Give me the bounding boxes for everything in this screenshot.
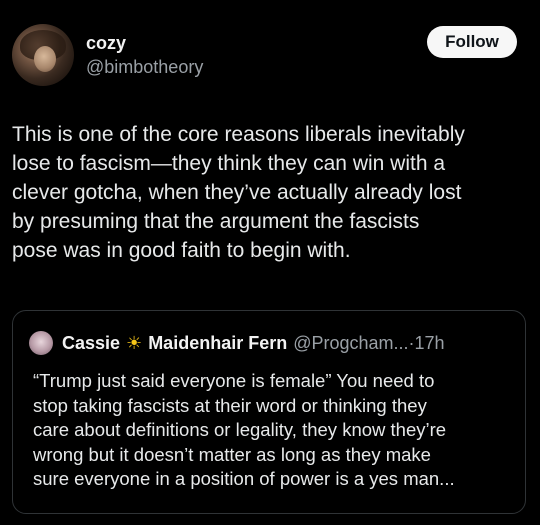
quoted-author-name[interactable]: Cassie	[62, 333, 120, 354]
quoted-line: sure everyone in a position of power is …	[33, 468, 455, 489]
quoted-author-avatar[interactable]	[29, 331, 53, 355]
tweet-line: by presuming that the argument the fasci…	[12, 210, 420, 233]
quoted-tweet-header: Cassie ☀ Maidenhair Fern @Progcham... · …	[62, 331, 445, 355]
tweet-line: clever gotcha, when they’ve actually alr…	[12, 181, 462, 204]
avatar-face-shape	[34, 46, 56, 72]
tweet-line: pose was in good faith to begin with.	[12, 239, 351, 262]
sun-emoji-icon: ☀	[126, 332, 143, 353]
tweet-line: This is one of the core reasons liberals…	[12, 123, 465, 146]
author-handle[interactable]: @bimbotheory	[86, 57, 203, 78]
tweet-text: This is one of the core reasons liberals…	[12, 120, 532, 265]
quoted-tweet-text: “Trump just said everyone is female” You…	[33, 369, 521, 492]
follow-button[interactable]: Follow	[427, 26, 517, 58]
quoted-line: stop taking fascists at their word or th…	[33, 394, 427, 416]
quoted-line: wrong but it doesn’t matter as long as t…	[33, 443, 431, 465]
author-display-name[interactable]: cozy	[86, 33, 126, 54]
quoted-tweet-card[interactable]: Cassie ☀ Maidenhair Fern @Progcham... · …	[12, 310, 526, 514]
author-avatar[interactable]	[12, 24, 74, 86]
quoted-author-handle[interactable]: @Progcham...	[293, 333, 408, 354]
quoted-tweet-time[interactable]: 17h	[415, 333, 445, 354]
tweet-line: lose to fascism—they think they can win …	[12, 152, 446, 175]
quoted-line: care about definitions or legality, they…	[33, 419, 447, 440]
quoted-line: “Trump just said everyone is female” You…	[33, 370, 435, 391]
quoted-author-name-suffix[interactable]: Maidenhair Fern	[148, 333, 287, 354]
